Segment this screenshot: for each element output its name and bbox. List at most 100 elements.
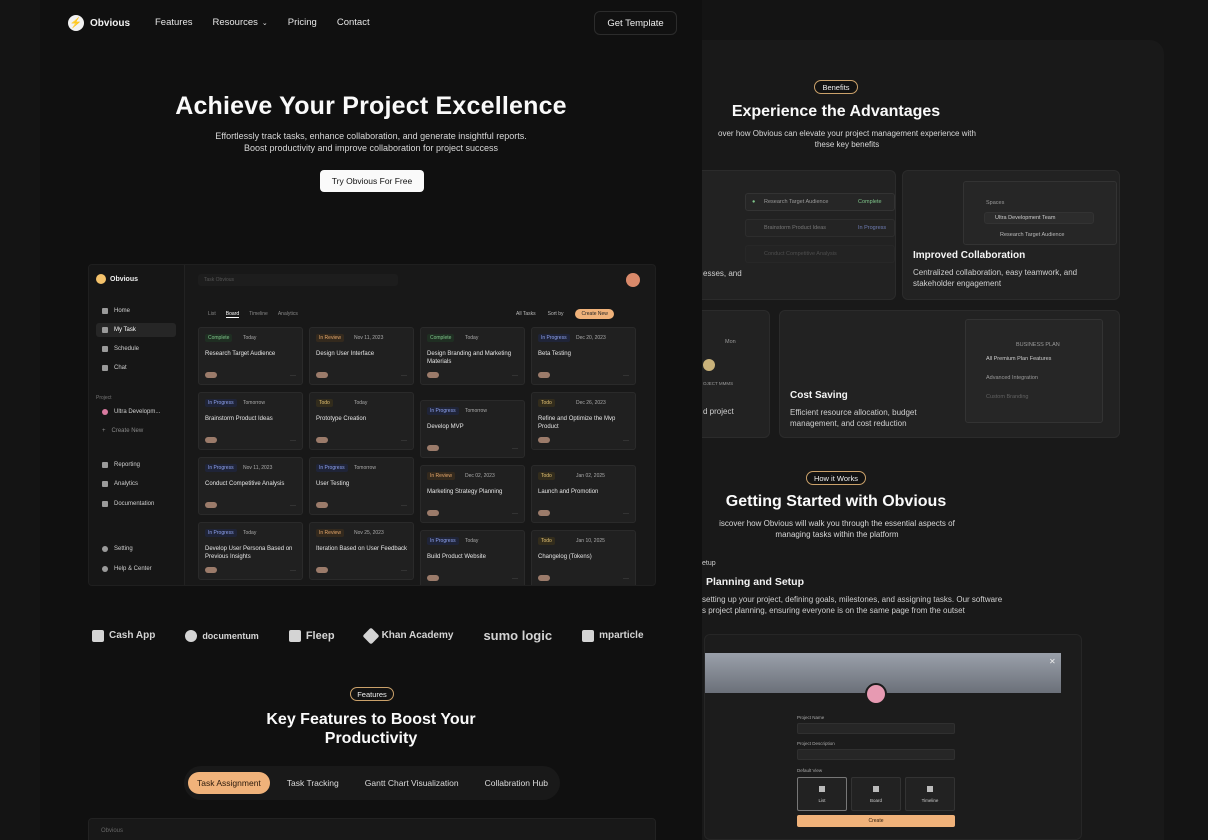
avatar-group — [427, 575, 439, 581]
task-date: Today — [465, 538, 479, 544]
task-card[interactable]: In Progress Tomorrow User Testing ··· — [309, 457, 414, 515]
brand-logo[interactable]: ⚡ Obvious — [68, 15, 130, 31]
task-card[interactable]: Todo Jan 10, 2025 Changelog (Tokens) ··· — [531, 530, 636, 585]
logo-text: sumo logic — [483, 628, 553, 643]
view-option-label: Timeline — [921, 798, 939, 803]
status-badge: Complete — [427, 334, 455, 342]
card-description: Centralized collaboration, easy teamwork… — [913, 268, 1078, 288]
sidebar-item-help[interactable]: Help & Center — [96, 562, 176, 576]
task-card[interactable]: In Progress Nov 11, 2023 Conduct Competiti… — [198, 457, 303, 515]
more-icon[interactable]: ··· — [401, 503, 407, 509]
status-badge: In Progress — [427, 407, 459, 415]
task-title: Iteration Based on User Feedback — [316, 546, 408, 552]
task-title: Launch and Promotion — [538, 489, 599, 495]
task-card[interactable]: In Progress Tomorrow Develop MVP ··· — [420, 400, 525, 458]
sidebar-item-setting[interactable]: Setting — [96, 542, 176, 556]
more-icon[interactable]: ··· — [290, 503, 296, 509]
view-option-list[interactable]: List — [797, 777, 847, 811]
more-icon[interactable]: ··· — [512, 511, 518, 517]
dashboard-search-input[interactable]: Task Obvious — [198, 274, 398, 286]
tab-task-assignment[interactable]: Task Assignment — [188, 772, 270, 794]
nav-link-pricing[interactable]: Pricing — [288, 17, 317, 28]
sidebar-item-home[interactable]: Home — [96, 304, 176, 318]
sidebar-item-label: Chat — [114, 365, 127, 371]
tab-collaboration-hub[interactable]: Collabration Hub — [476, 772, 557, 794]
logo-documentum: documentum — [185, 629, 259, 642]
folder-icon — [102, 501, 108, 507]
task-title: Develop User Persona Based on Previous I… — [205, 546, 293, 560]
more-icon[interactable]: ··· — [290, 373, 296, 379]
nav-link-resources[interactable]: Resources ⌄ — [213, 17, 268, 28]
task-card[interactable]: In Progress Today Build Product Website ··· — [420, 530, 525, 585]
status-badge: In Review — [427, 472, 455, 480]
avatar[interactable] — [626, 273, 640, 287]
nav-link-contact[interactable]: Contact — [337, 17, 370, 28]
task-card[interactable]: In Review Nov 25, 2023 Iteration Based on … — [309, 522, 414, 580]
sidebar-item-project[interactable]: Ultra Developm... — [96, 405, 176, 419]
close-icon[interactable]: ✕ — [1049, 657, 1056, 666]
view-option-timeline[interactable]: Timeline — [905, 777, 955, 811]
more-icon[interactable]: ··· — [623, 438, 629, 444]
project-description-field[interactable] — [797, 749, 955, 760]
sidebar-item-schedule[interactable]: Schedule — [96, 342, 176, 356]
more-icon[interactable]: ··· — [290, 438, 296, 444]
avatar-group — [205, 502, 217, 508]
tab-analytics[interactable]: Analytics — [278, 311, 298, 318]
task-card[interactable]: Todo Today Prototype Creation ··· — [309, 392, 414, 450]
task-card[interactable]: Complete Today Research Target Audience ··· — [198, 327, 303, 385]
status-badge: In Progress — [205, 529, 237, 537]
more-icon[interactable]: ··· — [401, 373, 407, 379]
get-template-button[interactable]: Get Template — [594, 11, 677, 35]
task-title: Changelog (Tokens) — [538, 554, 592, 560]
how-subtitle-line2: managing tasks within the platform — [775, 530, 899, 539]
sidebar-item-documentation[interactable]: Documentation — [96, 497, 176, 511]
try-free-button[interactable]: Try Obvious For Free — [320, 170, 424, 192]
timeline-icon — [927, 786, 933, 792]
sidebar-item-label: Setting — [114, 546, 133, 552]
sidebar-item-reporting[interactable]: Reporting — [96, 458, 176, 472]
status-badge: In Review — [316, 334, 344, 342]
tab-list[interactable]: List — [208, 311, 216, 318]
more-icon[interactable]: ··· — [401, 438, 407, 444]
task-card[interactable]: In Review Dec 02, 2023 Marketing Strategy … — [420, 465, 525, 523]
sidebar-item-chat[interactable]: Chat — [96, 361, 176, 375]
logo-text: mparticle — [599, 630, 644, 641]
home-icon — [102, 308, 108, 314]
task-card[interactable]: Todo Dec 26, 2023 Refine and Optimize the … — [531, 392, 636, 450]
more-icon[interactable]: ··· — [401, 568, 407, 574]
more-icon[interactable]: ··· — [290, 568, 296, 574]
more-icon[interactable]: ··· — [512, 446, 518, 452]
more-icon[interactable]: ··· — [623, 511, 629, 517]
project-name-field[interactable] — [797, 723, 955, 734]
task-card[interactable]: In Progress Dec 20, 2023 Beta Testing ··· — [531, 327, 636, 385]
task-card[interactable]: In Review Nov 11, 2023 Design User Interfa… — [309, 327, 414, 385]
task-card[interactable]: In Progress Tomorrow Brainstorm Product Id… — [198, 392, 303, 450]
sidebar-item-analytics[interactable]: Analytics — [96, 477, 176, 491]
task-title: Develop MVP — [427, 424, 464, 430]
tab-gantt-chart[interactable]: Gantt Chart Visualization — [356, 772, 468, 794]
create-new-button[interactable]: Create New — [575, 309, 614, 319]
sidebar-item-my-task[interactable]: My Task — [96, 323, 176, 337]
create-project-button[interactable]: Create — [797, 815, 955, 827]
tab-task-tracking[interactable]: Task Tracking — [278, 772, 348, 794]
tab-timeline[interactable]: Timeline — [249, 311, 268, 318]
more-icon[interactable]: ··· — [512, 373, 518, 379]
task-card[interactable]: Complete Today Design Branding and Marketi… — [420, 327, 525, 385]
more-icon[interactable]: ··· — [623, 373, 629, 379]
task-title: Marketing Strategy Planning — [427, 489, 503, 495]
dashboard-logo-text: Obvious — [110, 275, 139, 283]
avatar-group — [538, 575, 550, 581]
task-date: Today — [465, 335, 479, 341]
tab-board[interactable]: Board — [225, 311, 240, 318]
avatar-group — [205, 567, 217, 573]
more-icon[interactable]: ··· — [623, 576, 629, 582]
board-icon — [873, 786, 879, 792]
more-icon[interactable]: ··· — [512, 576, 518, 582]
nav-link-features[interactable]: Features — [155, 17, 193, 28]
task-card[interactable]: Todo Jan 02, 2025 Launch and Promotion ··· — [531, 465, 636, 523]
task-card[interactable]: In Progress Today Develop User Persona Bas… — [198, 522, 303, 580]
sidebar-item-create-new[interactable]: + Create New — [96, 424, 176, 438]
all-tasks-dropdown[interactable]: All Tasks — [516, 311, 536, 317]
view-option-board[interactable]: Board — [851, 777, 901, 811]
sort-by-dropdown[interactable]: Sort by — [548, 311, 564, 317]
